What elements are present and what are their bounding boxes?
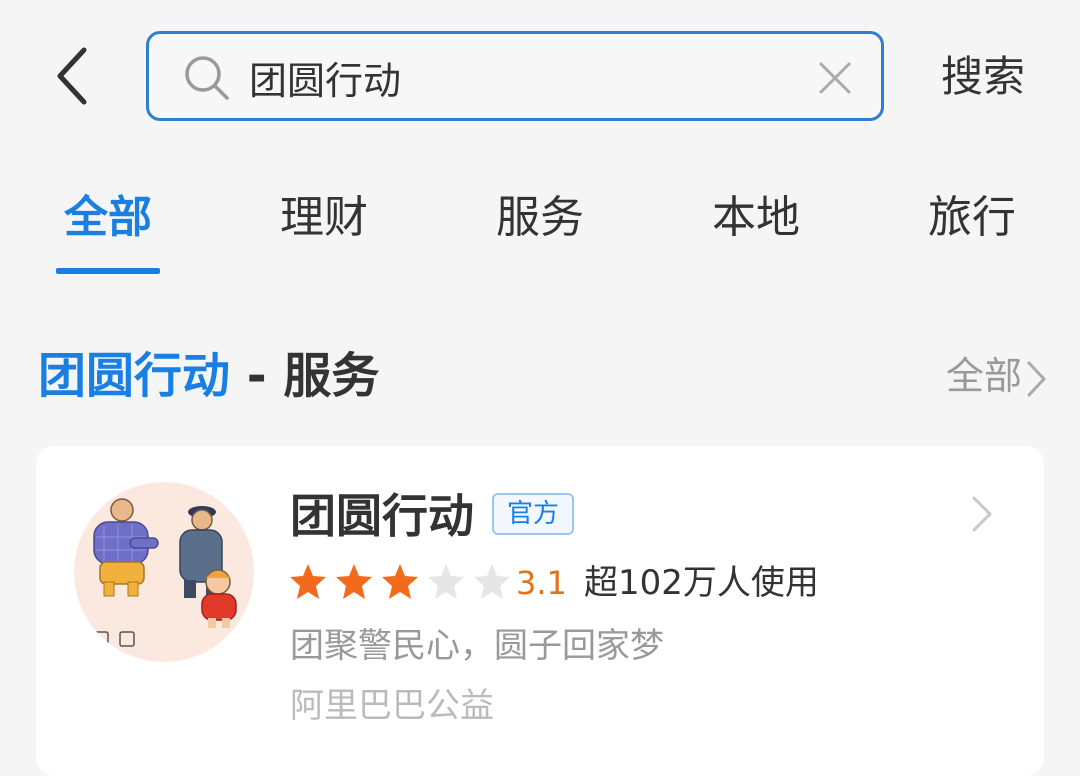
app-avatar bbox=[74, 482, 254, 662]
section-title-keyword: 团圆行动 bbox=[38, 348, 231, 404]
see-all-label: 全部 bbox=[945, 354, 1022, 398]
tab-all[interactable]: 全部 bbox=[28, 186, 188, 250]
chevron-right-icon bbox=[972, 496, 992, 532]
section-header: 团圆行动 - 服务 全部 bbox=[38, 340, 1048, 412]
section-title: 团圆行动 - 服务 bbox=[38, 340, 379, 412]
category-tabs: 全部 理财 服务 本地 旅行 bbox=[0, 180, 1080, 280]
star-empty-icon bbox=[428, 564, 464, 599]
usage-count: 超102万人使用 bbox=[584, 563, 819, 603]
back-button[interactable] bbox=[48, 44, 104, 108]
close-icon[interactable] bbox=[815, 58, 855, 98]
chevron-left-icon bbox=[57, 47, 87, 105]
tab-services[interactable]: 服务 bbox=[460, 186, 620, 250]
official-badge: 官方 bbox=[492, 493, 574, 535]
tab-travel[interactable]: 旅行 bbox=[892, 186, 1052, 250]
star-filled-icon bbox=[290, 564, 326, 599]
app-description: 团聚警民心，圆子回家梦 bbox=[290, 626, 664, 666]
star-filled-icon bbox=[336, 564, 372, 599]
rating-value: 3.1 bbox=[516, 564, 567, 602]
app-provider: 阿里巴巴公益 bbox=[290, 686, 494, 726]
rating-row: 3.1 超102万人使用 bbox=[288, 558, 888, 608]
see-all-link[interactable]: 全部 bbox=[946, 352, 1048, 400]
search-button[interactable]: 搜索 bbox=[928, 48, 1038, 106]
section-title-suffix: - 服务 bbox=[230, 348, 380, 404]
service-result-card[interactable]: 团圆行动 官方 3.1 超102万人使用 团聚警民心，圆子回家梦 阿里巴巴公益 bbox=[36, 446, 1044, 776]
top-bar: 搜索 bbox=[0, 0, 1080, 150]
star-filled-icon bbox=[382, 564, 418, 599]
tab-finance[interactable]: 理财 bbox=[244, 186, 404, 250]
search-icon bbox=[185, 56, 229, 100]
star-empty-icon bbox=[474, 564, 510, 599]
tab-local[interactable]: 本地 bbox=[676, 186, 836, 250]
search-input[interactable] bbox=[249, 48, 789, 106]
active-tab-indicator bbox=[56, 268, 160, 274]
search-box[interactable] bbox=[146, 31, 884, 121]
app-name: 团圆行动 bbox=[290, 489, 474, 543]
chevron-right-icon bbox=[1027, 361, 1046, 396]
